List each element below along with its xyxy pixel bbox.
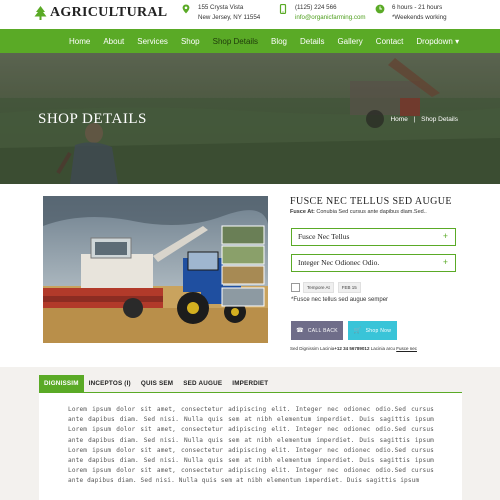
phone-number[interactable]: (1125) 224 566 — [295, 3, 366, 13]
hours-line-2: *Weekends working — [392, 14, 447, 21]
page-banner: SHOP DETAILS Home | Shop Details — [0, 53, 500, 184]
contact-middle: Lacinia arcu — [369, 346, 397, 351]
tab-dignissim[interactable]: DIGNISSIM — [39, 375, 84, 392]
tab-inceptos[interactable]: INCEPTOS (I) — [84, 375, 136, 392]
address-line-1: 155 Crysta Vista — [198, 4, 244, 11]
hours-line-1: 6 hours - 21 hours — [392, 4, 443, 11]
phone-icon — [279, 4, 287, 14]
breadcrumb: Home | Shop Details — [390, 116, 458, 123]
nav-list: Home About Services Shop Shop Details Bl… — [69, 29, 472, 53]
tree-icon — [34, 6, 47, 20]
accordion-label: Integer Nec Odionec Odio. — [298, 258, 380, 267]
meta-chip-date: FEB 15 — [337, 282, 361, 293]
product-subtitle-bold: Fusce At: — [290, 209, 315, 215]
accordion-item-integer-nec-odio[interactable]: Integer Nec Odionec Odio. + — [291, 254, 456, 272]
tab-quis-sem[interactable]: QUIS SEM — [136, 375, 178, 392]
shop-now-label: Shop Now — [365, 327, 392, 334]
contact-phone[interactable]: +12 34 56789012 — [334, 346, 369, 351]
phone-icon: ☎ — [296, 328, 304, 334]
hours-block: 6 hours - 21 hours *Weekends working — [375, 3, 447, 23]
main-nav: Home About Services Shop Shop Details Bl… — [0, 29, 500, 53]
call-back-button[interactable]: ☎ CALL BACK — [291, 321, 343, 340]
accordion-item-fusce-nec-tellus[interactable]: Fusce Nec Tellus + — [291, 228, 456, 246]
contact-prefix: Sed Dignissim Lacinia — [290, 346, 335, 351]
contact-link[interactable]: Fusce nec — [396, 346, 417, 351]
shop-now-button[interactable]: 🛒 Shop Now — [348, 321, 397, 340]
product-subtitle: Fusce At: Conubia Sed cursus ante dapibu… — [290, 209, 427, 215]
contact-block: (1125) 224 566 info@organicfarming.com — [278, 3, 366, 23]
clock-icon — [375, 4, 385, 14]
nav-item-dropdown[interactable]: Dropdown ▾ — [416, 37, 459, 46]
product-meta: Tempore At FEB 15 — [291, 282, 365, 293]
nav-item-shop-details[interactable]: Shop Details — [213, 37, 258, 46]
nav-item-gallery[interactable]: Gallery — [337, 37, 362, 46]
breadcrumb-separator: | — [413, 116, 416, 123]
nav-item-home[interactable]: Home — [69, 37, 90, 46]
product-image[interactable] — [43, 196, 268, 343]
tab-sed-augue[interactable]: SED AUGUE — [178, 375, 227, 392]
tab-panel: Lorem ipsum dolor sit amet, consectetur … — [39, 393, 462, 500]
contact-line: Sed Dignissim Lacinia+12 34 56789012 Lac… — [290, 346, 417, 351]
breadcrumb-current: Shop Details — [421, 116, 458, 123]
nav-item-about[interactable]: About — [103, 37, 124, 46]
tab-content-text: Lorem ipsum dolor sit amet, consectetur … — [68, 406, 434, 485]
cart-icon: 🛒 — [353, 328, 362, 334]
email-link[interactable]: info@organicfarming.com — [295, 13, 366, 23]
map-pin-icon — [182, 4, 190, 14]
page-title: SHOP DETAILS — [38, 111, 147, 127]
tab-imperdiet[interactable]: IMPERDIET — [227, 375, 273, 392]
harvester-photo — [43, 196, 268, 343]
calendar-icon — [291, 283, 300, 292]
address-block: 155 Crysta Vista New Jersey, NY 11554 — [181, 3, 260, 23]
nav-item-blog[interactable]: Blog — [271, 37, 287, 46]
plus-icon[interactable]: + — [443, 229, 448, 244]
nav-item-contact[interactable]: Contact — [376, 37, 404, 46]
meta-chip-tempore: Tempore At — [303, 282, 334, 293]
call-back-label: CALL BACK — [307, 327, 338, 334]
nav-item-services[interactable]: Services — [137, 37, 168, 46]
product-title: FUSCE NEC TELLUS SED AUGUE — [290, 196, 452, 207]
product-note: *Fusce nec tellus sed augue semper — [291, 297, 389, 303]
top-header: AGRICULTURAL 155 Crysta Vista New Jersey… — [0, 0, 500, 27]
product-tabs: DIGNISSIM INCEPTOS (I) QUIS SEM SED AUGU… — [39, 375, 462, 393]
brand-name: AGRICULTURAL — [50, 5, 168, 20]
product-subtitle-text: Conubia Sed cursus ante dapibus diam.Sed… — [314, 209, 427, 215]
nav-item-shop[interactable]: Shop — [181, 37, 200, 46]
logo[interactable]: AGRICULTURAL — [34, 5, 167, 21]
breadcrumb-home[interactable]: Home — [390, 116, 407, 123]
accordion-label: Fusce Nec Tellus — [298, 232, 350, 241]
nav-item-details[interactable]: Details — [300, 37, 324, 46]
address-line-2: New Jersey, NY 11554 — [198, 14, 261, 21]
plus-icon[interactable]: + — [443, 255, 448, 270]
